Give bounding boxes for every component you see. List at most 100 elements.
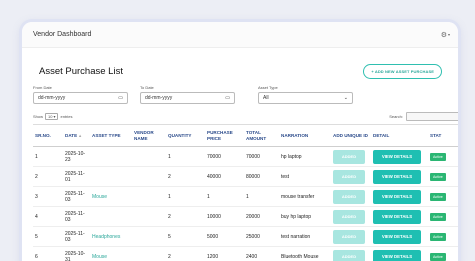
col-header-total-amount[interactable]: TOTAL AMOUNT bbox=[244, 124, 279, 147]
chevron-down-icon: ⌄ bbox=[343, 95, 348, 101]
cell-date: 2025-11-03 bbox=[63, 226, 90, 247]
cell-detail: VIEW DETAILS bbox=[371, 226, 428, 247]
table-header-row: SR.NO. DATE▲ ASSET TYPE VENDOR NAME QUAN… bbox=[33, 124, 458, 147]
cell-quantity: 2 bbox=[166, 166, 205, 187]
col-header-status[interactable]: STAT bbox=[428, 124, 458, 147]
added-button[interactable]: ADDED bbox=[333, 189, 365, 204]
table-toolbar: Show 10 ▾ entries Search: bbox=[33, 112, 458, 121]
cell-price: 5000 bbox=[205, 226, 244, 247]
add-asset-purchase-button[interactable]: + ADD NEW ASSET PURCHASE bbox=[363, 64, 442, 79]
cell-detail: VIEW DETAILS bbox=[371, 166, 428, 187]
table-row: 6 2025-10-31 Mouse 2 1200 2400 Bluetooth… bbox=[33, 246, 458, 261]
cell-asset-type[interactable] bbox=[90, 146, 132, 167]
top-bar: Vendor Dashboard ⚙ ▾ bbox=[22, 22, 458, 48]
view-details-button[interactable]: VIEW DETAILS bbox=[373, 189, 421, 204]
cell-price: 1 bbox=[205, 186, 244, 207]
from-date-input[interactable]: dd-mm-yyyy ▭ bbox=[33, 92, 128, 104]
added-button[interactable]: ADDED bbox=[333, 209, 365, 224]
cell-vendor-name bbox=[132, 146, 166, 167]
cell-price: 10000 bbox=[205, 206, 244, 227]
cell-sr: 6 bbox=[33, 246, 63, 261]
cell-asset-type[interactable] bbox=[90, 206, 132, 227]
cell-quantity: 1 bbox=[166, 186, 205, 207]
table-row: 2 2025-11-01 2 40000 80000 test ADDED VI… bbox=[33, 166, 458, 187]
main-content: Asset Purchase List + ADD NEW ASSET PURC… bbox=[22, 64, 458, 261]
cell-date: 2025-10-31 bbox=[63, 246, 90, 261]
cell-detail: VIEW DETAILS bbox=[371, 186, 428, 207]
col-header-narration[interactable]: NARRATION bbox=[279, 124, 331, 147]
table-row: 3 2025-11-03 Mouse 1 1 1 mouse transfer … bbox=[33, 186, 458, 207]
cell-status: Active bbox=[428, 146, 458, 167]
cell-sr: 5 bbox=[33, 226, 63, 247]
col-header-add-unique-id[interactable]: ADD UNIQUE ID bbox=[331, 124, 371, 147]
col-header-date[interactable]: DATE▲ bbox=[63, 124, 90, 147]
cell-unique-id: ADDED bbox=[331, 206, 371, 227]
cell-total: 1 bbox=[244, 186, 279, 207]
cell-quantity: 2 bbox=[166, 206, 205, 227]
page-title: Asset Purchase List bbox=[39, 66, 123, 77]
cell-unique-id: ADDED bbox=[331, 226, 371, 247]
col-header-quantity[interactable]: QUANTITY bbox=[166, 124, 205, 147]
search-input[interactable] bbox=[406, 112, 458, 121]
app-window: Vendor Dashboard ⚙ ▾ Asset Purchase List… bbox=[22, 22, 458, 261]
view-details-button[interactable]: VIEW DETAILS bbox=[373, 229, 421, 244]
col-header-vendor-name[interactable]: VENDOR NAME bbox=[132, 124, 166, 147]
asset-type-select[interactable]: All ⌄ bbox=[258, 92, 353, 104]
view-details-button[interactable]: VIEW DETAILS bbox=[373, 209, 421, 224]
cell-quantity: 2 bbox=[166, 246, 205, 261]
calendar-icon[interactable]: ▭ bbox=[118, 95, 123, 101]
from-date-filter: From Date dd-mm-yyyy ▭ bbox=[33, 85, 128, 104]
cell-narration: hp laptop bbox=[279, 146, 331, 167]
settings-menu[interactable]: ⚙ ▾ bbox=[441, 31, 450, 39]
added-button[interactable]: ADDED bbox=[333, 169, 365, 184]
cell-detail: VIEW DETAILS bbox=[371, 206, 428, 227]
show-label: Show bbox=[33, 114, 44, 119]
status-badge: Active bbox=[430, 152, 446, 161]
cell-total: 70000 bbox=[244, 146, 279, 167]
table-row: 1 2025-10-23 1 70000 70000 hp laptop ADD… bbox=[33, 146, 458, 167]
col-header-detail[interactable]: DETAIL bbox=[371, 124, 428, 147]
cell-detail: VIEW DETAILS bbox=[371, 146, 428, 167]
cell-asset-type[interactable]: Headphones bbox=[90, 226, 132, 247]
cell-asset-type[interactable] bbox=[90, 166, 132, 187]
entries-select[interactable]: 10 ▾ bbox=[45, 113, 59, 120]
view-details-button[interactable]: VIEW DETAILS bbox=[373, 169, 421, 184]
col-header-purchase-price[interactable]: PURCHASE PRICE bbox=[205, 124, 244, 147]
cell-quantity: 5 bbox=[166, 226, 205, 247]
cell-total: 20000 bbox=[244, 206, 279, 227]
cell-quantity: 1 bbox=[166, 146, 205, 167]
cell-narration: buy hp laptop bbox=[279, 206, 331, 227]
status-badge: Active bbox=[430, 212, 446, 221]
view-details-button[interactable]: VIEW DETAILS bbox=[373, 149, 421, 164]
added-button[interactable]: ADDED bbox=[333, 229, 365, 244]
col-header-sr[interactable]: SR.NO. bbox=[33, 124, 63, 147]
cell-unique-id: ADDED bbox=[331, 146, 371, 167]
added-button[interactable]: ADDED bbox=[333, 249, 365, 261]
cell-narration: test narration bbox=[279, 226, 331, 247]
search-control: Search: bbox=[389, 112, 458, 121]
to-date-input[interactable]: dd-mm-yyyy ▭ bbox=[140, 92, 235, 104]
cell-unique-id: ADDED bbox=[331, 186, 371, 207]
cell-vendor-name bbox=[132, 166, 166, 187]
cell-asset-type[interactable]: Mouse bbox=[90, 246, 132, 261]
status-badge: Active bbox=[430, 232, 446, 241]
added-button[interactable]: ADDED bbox=[333, 149, 365, 164]
chevron-down-icon: ▾ bbox=[447, 32, 450, 37]
calendar-icon[interactable]: ▭ bbox=[225, 95, 230, 101]
sort-icon[interactable]: ▲ bbox=[78, 133, 82, 138]
cell-sr: 2 bbox=[33, 166, 63, 187]
cell-vendor-name bbox=[132, 246, 166, 261]
col-header-asset-type[interactable]: ASSET TYPE bbox=[90, 124, 132, 147]
table-row: 4 2025-11-03 2 10000 20000 buy hp laptop… bbox=[33, 206, 458, 227]
entries-label: entries bbox=[60, 114, 73, 119]
heading-row: Asset Purchase List + ADD NEW ASSET PURC… bbox=[33, 64, 458, 79]
view-details-button[interactable]: VIEW DETAILS bbox=[373, 249, 421, 261]
gear-icon[interactable]: ⚙ bbox=[441, 31, 447, 39]
cell-asset-type[interactable]: Mouse bbox=[90, 186, 132, 207]
chevron-down-icon: ▾ bbox=[53, 114, 56, 119]
to-date-value: dd-mm-yyyy bbox=[145, 95, 173, 101]
cell-sr: 3 bbox=[33, 186, 63, 207]
cell-date: 2025-11-03 bbox=[63, 186, 90, 207]
cell-vendor-name bbox=[132, 226, 166, 247]
entries-value: 10 bbox=[48, 114, 53, 119]
